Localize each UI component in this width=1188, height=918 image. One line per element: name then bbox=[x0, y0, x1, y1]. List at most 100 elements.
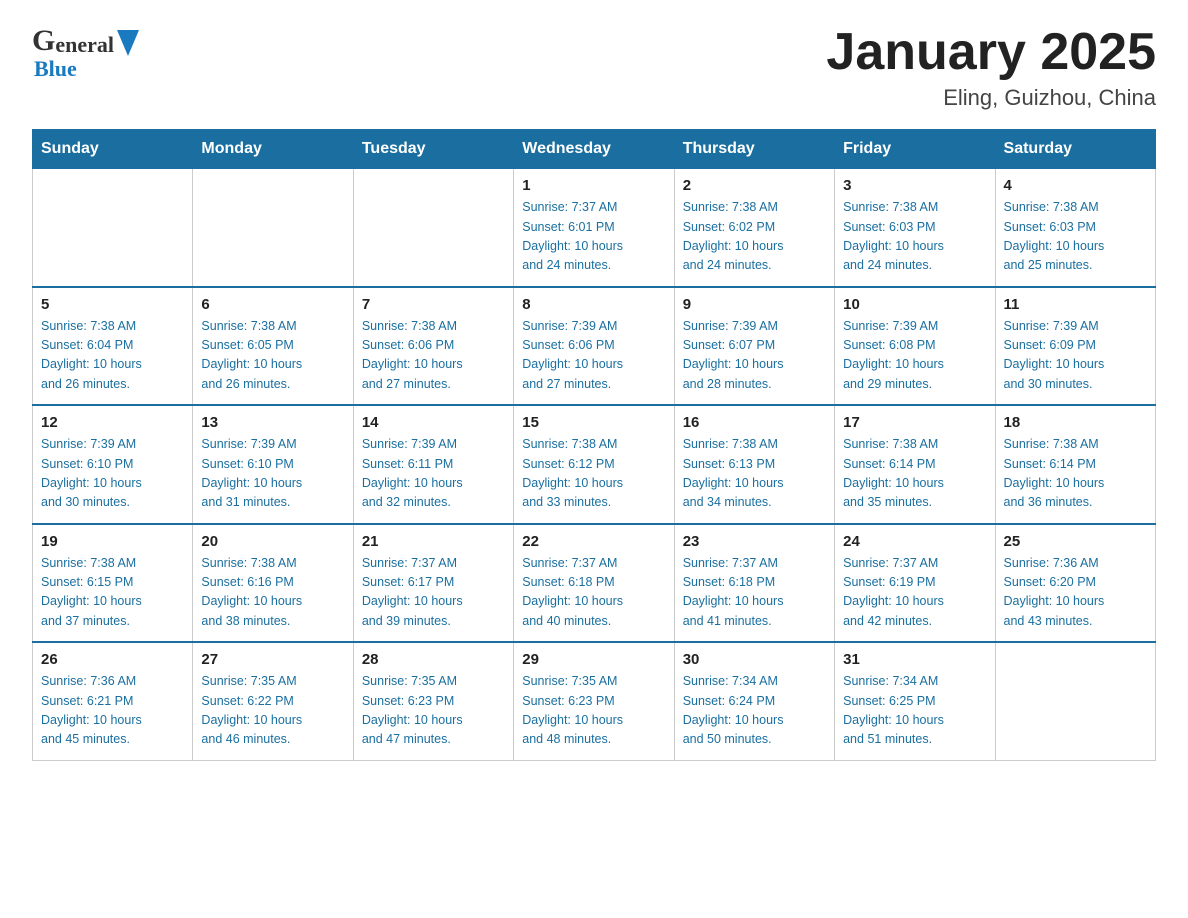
page-header: G eneral Blue January 2025 Eling, Guizho… bbox=[32, 24, 1156, 111]
calendar-cell bbox=[33, 169, 193, 287]
day-info: Sunrise: 7:37 AM Sunset: 6:19 PM Dayligh… bbox=[843, 554, 986, 632]
logo: G eneral Blue bbox=[32, 24, 139, 82]
calendar-day-header: Friday bbox=[835, 130, 995, 169]
calendar-cell: 29 Sunrise: 7:35 AM Sunset: 6:23 PM Dayli… bbox=[514, 642, 674, 760]
day-info: Sunrise: 7:39 AM Sunset: 6:08 PM Dayligh… bbox=[843, 317, 986, 395]
calendar-cell: 12Sunrise: 7:39 AM Sunset: 6:10 PM Dayli… bbox=[33, 405, 193, 524]
day-number: 26 bbox=[41, 651, 184, 668]
calendar-week-row: 1 Sunrise: 7:37 AM Sunset: 6:01 PM Daylig… bbox=[33, 169, 1156, 287]
calendar-cell: 6 Sunrise: 7:38 AM Sunset: 6:05 PM Daylig… bbox=[193, 287, 353, 406]
calendar-header-row: SundayMondayTuesdayWednesdayThursdayFrid… bbox=[33, 130, 1156, 169]
calendar-cell: 8 Sunrise: 7:39 AM Sunset: 6:06 PM Daylig… bbox=[514, 287, 674, 406]
calendar-cell: 18 Sunrise: 7:38 AM Sunset: 6:14 PM Dayli… bbox=[995, 405, 1155, 524]
calendar-cell: 21 Sunrise: 7:37 AM Sunset: 6:17 PM Dayli… bbox=[353, 524, 513, 643]
day-info: Sunrise: 7:37 AM Sunset: 6:17 PM Dayligh… bbox=[362, 554, 505, 632]
day-info: Sunrise: 7:36 AM Sunset: 6:21 PM Dayligh… bbox=[41, 672, 184, 750]
day-info: Sunrise: 7:34 AM Sunset: 6:24 PM Dayligh… bbox=[683, 672, 826, 750]
day-number: 27 bbox=[201, 651, 344, 668]
calendar-cell: 24Sunrise: 7:37 AM Sunset: 6:19 PM Dayli… bbox=[835, 524, 995, 643]
day-number: 30 bbox=[683, 651, 826, 668]
day-info: Sunrise: 7:34 AM Sunset: 6:25 PM Dayligh… bbox=[843, 672, 986, 750]
logo-blue-text: Blue bbox=[34, 56, 77, 82]
calendar-cell: 27Sunrise: 7:35 AM Sunset: 6:22 PM Dayli… bbox=[193, 642, 353, 760]
day-number: 1 bbox=[522, 177, 665, 194]
day-number: 29 bbox=[522, 651, 665, 668]
calendar-cell bbox=[353, 169, 513, 287]
day-number: 17 bbox=[843, 414, 986, 431]
calendar-cell: 5 Sunrise: 7:38 AM Sunset: 6:04 PM Daylig… bbox=[33, 287, 193, 406]
day-info: Sunrise: 7:38 AM Sunset: 6:03 PM Dayligh… bbox=[1004, 198, 1147, 276]
calendar-cell: 11 Sunrise: 7:39 AM Sunset: 6:09 PM Dayli… bbox=[995, 287, 1155, 406]
calendar-cell bbox=[995, 642, 1155, 760]
day-number: 15 bbox=[522, 414, 665, 431]
day-number: 25 bbox=[1004, 533, 1147, 550]
day-info: Sunrise: 7:38 AM Sunset: 6:06 PM Dayligh… bbox=[362, 317, 505, 395]
calendar-cell: 15 Sunrise: 7:38 AM Sunset: 6:12 PM Dayli… bbox=[514, 405, 674, 524]
calendar-cell: 3 Sunrise: 7:38 AM Sunset: 6:03 PM Daylig… bbox=[835, 169, 995, 287]
day-number: 5 bbox=[41, 296, 184, 313]
day-number: 21 bbox=[362, 533, 505, 550]
day-number: 3 bbox=[843, 177, 986, 194]
day-info: Sunrise: 7:39 AM Sunset: 6:06 PM Dayligh… bbox=[522, 317, 665, 395]
day-number: 2 bbox=[683, 177, 826, 194]
day-number: 18 bbox=[1004, 414, 1147, 431]
day-info: Sunrise: 7:38 AM Sunset: 6:12 PM Dayligh… bbox=[522, 435, 665, 513]
day-info: Sunrise: 7:38 AM Sunset: 6:16 PM Dayligh… bbox=[201, 554, 344, 632]
day-info: Sunrise: 7:39 AM Sunset: 6:10 PM Dayligh… bbox=[201, 435, 344, 513]
day-number: 8 bbox=[522, 296, 665, 313]
day-info: Sunrise: 7:38 AM Sunset: 6:03 PM Dayligh… bbox=[843, 198, 986, 276]
calendar-week-row: 5 Sunrise: 7:38 AM Sunset: 6:04 PM Daylig… bbox=[33, 287, 1156, 406]
day-info: Sunrise: 7:39 AM Sunset: 6:07 PM Dayligh… bbox=[683, 317, 826, 395]
day-info: Sunrise: 7:38 AM Sunset: 6:05 PM Dayligh… bbox=[201, 317, 344, 395]
day-info: Sunrise: 7:35 AM Sunset: 6:23 PM Dayligh… bbox=[522, 672, 665, 750]
day-info: Sunrise: 7:37 AM Sunset: 6:18 PM Dayligh… bbox=[683, 554, 826, 632]
day-info: Sunrise: 7:38 AM Sunset: 6:15 PM Dayligh… bbox=[41, 554, 184, 632]
calendar-cell: 7Sunrise: 7:38 AM Sunset: 6:06 PM Daylig… bbox=[353, 287, 513, 406]
calendar-cell: 22 Sunrise: 7:37 AM Sunset: 6:18 PM Dayli… bbox=[514, 524, 674, 643]
day-info: Sunrise: 7:38 AM Sunset: 6:04 PM Dayligh… bbox=[41, 317, 184, 395]
calendar-cell: 23Sunrise: 7:37 AM Sunset: 6:18 PM Dayli… bbox=[674, 524, 834, 643]
calendar-table: SundayMondayTuesdayWednesdayThursdayFrid… bbox=[32, 129, 1156, 761]
day-info: Sunrise: 7:38 AM Sunset: 6:13 PM Dayligh… bbox=[683, 435, 826, 513]
day-number: 4 bbox=[1004, 177, 1147, 194]
calendar-cell: 9 Sunrise: 7:39 AM Sunset: 6:07 PM Daylig… bbox=[674, 287, 834, 406]
calendar-week-row: 12Sunrise: 7:39 AM Sunset: 6:10 PM Dayli… bbox=[33, 405, 1156, 524]
calendar-cell: 17 Sunrise: 7:38 AM Sunset: 6:14 PM Dayli… bbox=[835, 405, 995, 524]
month-title: January 2025 bbox=[826, 24, 1156, 81]
calendar-week-row: 19Sunrise: 7:38 AM Sunset: 6:15 PM Dayli… bbox=[33, 524, 1156, 643]
day-info: Sunrise: 7:39 AM Sunset: 6:09 PM Dayligh… bbox=[1004, 317, 1147, 395]
calendar-day-header: Tuesday bbox=[353, 130, 513, 169]
calendar-day-header: Saturday bbox=[995, 130, 1155, 169]
day-info: Sunrise: 7:37 AM Sunset: 6:18 PM Dayligh… bbox=[522, 554, 665, 632]
location-title: Eling, Guizhou, China bbox=[826, 85, 1156, 111]
calendar-cell: 2 Sunrise: 7:38 AM Sunset: 6:02 PM Daylig… bbox=[674, 169, 834, 287]
calendar-cell: 14Sunrise: 7:39 AM Sunset: 6:11 PM Dayli… bbox=[353, 405, 513, 524]
day-info: Sunrise: 7:37 AM Sunset: 6:01 PM Dayligh… bbox=[522, 198, 665, 276]
day-number: 22 bbox=[522, 533, 665, 550]
calendar-cell: 26 Sunrise: 7:36 AM Sunset: 6:21 PM Dayli… bbox=[33, 642, 193, 760]
day-number: 9 bbox=[683, 296, 826, 313]
calendar-cell: 25 Sunrise: 7:36 AM Sunset: 6:20 PM Dayli… bbox=[995, 524, 1155, 643]
calendar-cell: 16 Sunrise: 7:38 AM Sunset: 6:13 PM Dayli… bbox=[674, 405, 834, 524]
day-info: Sunrise: 7:35 AM Sunset: 6:23 PM Dayligh… bbox=[362, 672, 505, 750]
day-info: Sunrise: 7:36 AM Sunset: 6:20 PM Dayligh… bbox=[1004, 554, 1147, 632]
calendar-cell: 28 Sunrise: 7:35 AM Sunset: 6:23 PM Dayli… bbox=[353, 642, 513, 760]
calendar-week-row: 26 Sunrise: 7:36 AM Sunset: 6:21 PM Dayli… bbox=[33, 642, 1156, 760]
day-number: 16 bbox=[683, 414, 826, 431]
day-number: 28 bbox=[362, 651, 505, 668]
calendar-cell: 20Sunrise: 7:38 AM Sunset: 6:16 PM Dayli… bbox=[193, 524, 353, 643]
calendar-cell: 13 Sunrise: 7:39 AM Sunset: 6:10 PM Dayli… bbox=[193, 405, 353, 524]
calendar-cell: 19Sunrise: 7:38 AM Sunset: 6:15 PM Dayli… bbox=[33, 524, 193, 643]
day-number: 6 bbox=[201, 296, 344, 313]
day-number: 11 bbox=[1004, 296, 1147, 313]
calendar-cell: 30 Sunrise: 7:34 AM Sunset: 6:24 PM Dayli… bbox=[674, 642, 834, 760]
title-area: January 2025 Eling, Guizhou, China bbox=[826, 24, 1156, 111]
calendar-day-header: Thursday bbox=[674, 130, 834, 169]
day-number: 10 bbox=[843, 296, 986, 313]
day-number: 13 bbox=[201, 414, 344, 431]
calendar-day-header: Sunday bbox=[33, 130, 193, 169]
day-info: Sunrise: 7:38 AM Sunset: 6:14 PM Dayligh… bbox=[843, 435, 986, 513]
day-info: Sunrise: 7:38 AM Sunset: 6:02 PM Dayligh… bbox=[683, 198, 826, 276]
day-info: Sunrise: 7:38 AM Sunset: 6:14 PM Dayligh… bbox=[1004, 435, 1147, 513]
calendar-cell: 4 Sunrise: 7:38 AM Sunset: 6:03 PM Daylig… bbox=[995, 169, 1155, 287]
